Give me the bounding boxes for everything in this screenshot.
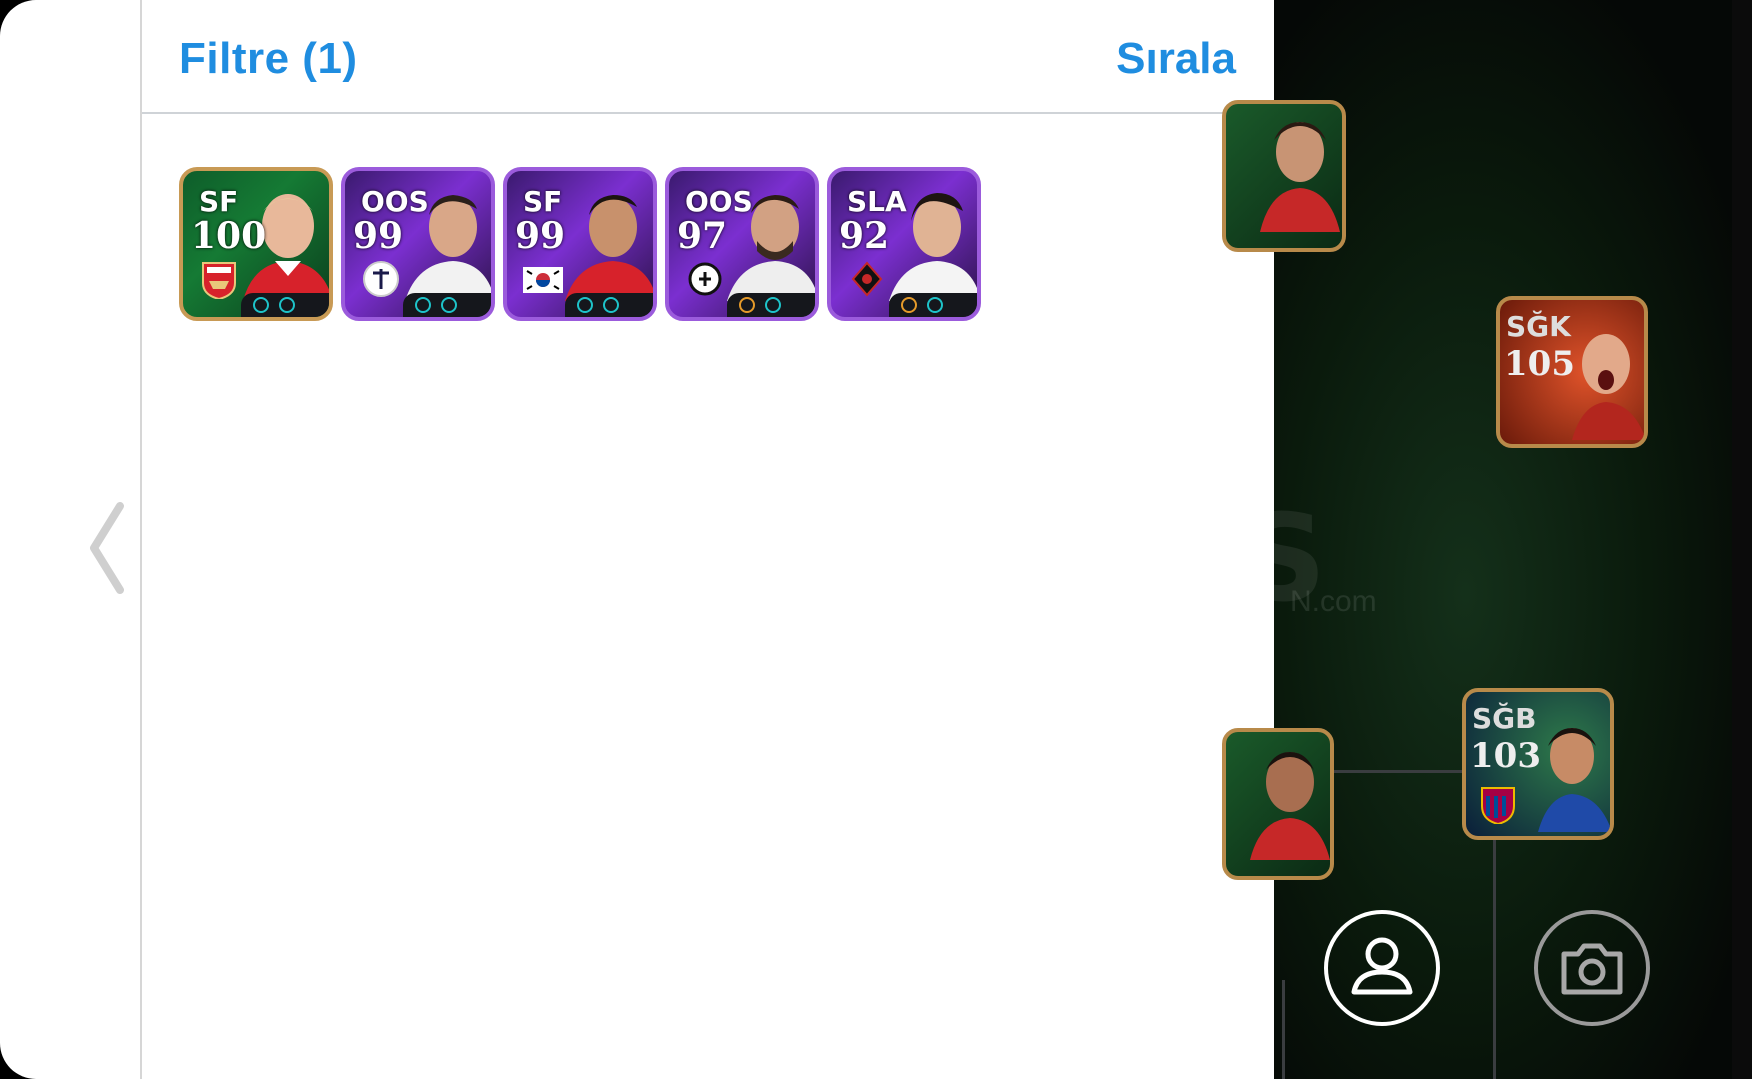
field-player-card[interactable]: SĞB 103 — [1462, 688, 1614, 840]
barcelona-crest-icon — [1481, 787, 1515, 824]
user-icon — [1351, 937, 1413, 995]
skill-icon — [603, 297, 619, 313]
camera-icon — [1561, 943, 1623, 995]
card-position: OOS — [685, 185, 753, 218]
skill-icon — [253, 297, 269, 313]
player-card[interactable]: SLA 92 — [827, 167, 981, 321]
profile-button[interactable] — [1324, 910, 1440, 1026]
app-frame: Filtre (1) Sırala SF 100 OOS 99 SF 99 OO… — [0, 0, 1752, 1079]
formation-line — [1493, 840, 1496, 1079]
club-crest-icon — [363, 261, 399, 297]
formation-line — [1324, 770, 1464, 773]
skill-icon — [739, 297, 755, 313]
formation-line — [1282, 980, 1285, 1079]
watermark-text: N.com — [1290, 585, 1377, 618]
player-card[interactable]: OOS 97 — [665, 167, 819, 321]
chevron-left-icon[interactable] — [84, 500, 128, 596]
player-list-panel: Filtre (1) Sırala SF 100 OOS 99 SF 99 OO… — [142, 0, 1274, 1079]
besiktas-crest-icon — [688, 262, 722, 296]
skill-indicator-bar — [241, 293, 329, 317]
filter-button[interactable]: Filtre (1) — [179, 34, 358, 84]
player-card[interactable]: SF 99 — [503, 167, 657, 321]
player-card[interactable]: SF 100 — [179, 167, 333, 321]
player-card[interactable]: OOS 99 — [341, 167, 495, 321]
card-rating: 100 — [191, 215, 267, 257]
card-rating: 92 — [839, 215, 890, 257]
screen-edge — [1732, 0, 1752, 1079]
skill-indicator-bar — [403, 293, 491, 317]
card-position: OOS — [361, 185, 429, 218]
skill-icon — [279, 297, 295, 313]
skill-icon — [441, 297, 457, 313]
player-portrait-icon — [1250, 752, 1330, 860]
skill-indicator-bar — [727, 293, 815, 317]
card-rating: 97 — [677, 215, 728, 257]
skill-icon — [927, 297, 943, 313]
field-player-card[interactable]: SĞK 105 — [1496, 296, 1648, 448]
sort-button[interactable]: Sırala — [1116, 34, 1236, 84]
camera-button[interactable] — [1534, 910, 1650, 1026]
card-rating: 99 — [515, 215, 566, 257]
left-sidebar — [0, 0, 142, 1079]
card-position: SĞB — [1472, 702, 1537, 735]
card-position: SLA — [847, 185, 907, 218]
panel-header: Filtre (1) Sırala — [142, 0, 1274, 114]
field-player-card[interactable] — [1222, 728, 1334, 880]
club-crest-icon — [851, 261, 883, 297]
player-portrait-icon — [1538, 728, 1610, 832]
skill-indicator-bar — [565, 293, 653, 317]
player-portrait-icon — [565, 195, 653, 301]
skill-icon — [901, 297, 917, 313]
skill-indicator-bar — [889, 293, 977, 317]
card-position: SF — [523, 185, 563, 218]
player-portrait-icon — [1260, 122, 1340, 232]
card-position: SF — [199, 185, 239, 218]
south-korea-flag-icon — [523, 267, 563, 293]
skill-icon — [765, 297, 781, 313]
player-portrait-icon — [1572, 334, 1644, 440]
arsenal-crest-icon — [202, 262, 236, 299]
skill-icon — [415, 297, 431, 313]
skill-icon — [577, 297, 593, 313]
card-rating: 99 — [353, 215, 404, 257]
field-player-card[interactable] — [1222, 100, 1346, 252]
